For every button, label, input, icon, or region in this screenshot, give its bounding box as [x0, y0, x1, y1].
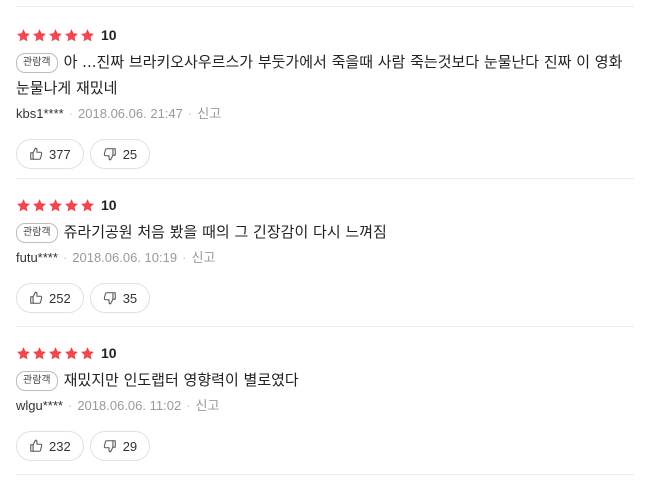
dislike-count: 25 [122, 146, 138, 162]
separator-dot: · [62, 250, 68, 265]
star-icon [64, 346, 79, 361]
review-user[interactable]: wlgu**** [16, 398, 63, 413]
review-score: 10 [101, 197, 117, 213]
vote-actions: 232 29 [16, 431, 636, 461]
vote-actions: 252 35 [16, 283, 636, 313]
review-user[interactable]: futu**** [16, 250, 58, 265]
star-icon [48, 198, 63, 213]
review-body: 관람객 재밌지만 인도랩터 영향력이 별로였다 [16, 367, 636, 393]
like-count: 232 [49, 438, 71, 454]
separator-dot: · [68, 106, 74, 121]
dislike-button[interactable]: 35 [89, 283, 151, 313]
viewer-badge: 관람객 [16, 53, 58, 73]
review-user[interactable]: kbs1**** [16, 106, 64, 121]
review-text: 재밌지만 인도랩터 영향력이 별로였다 [63, 371, 299, 389]
dislike-count: 29 [122, 438, 138, 454]
thumbs-up-icon [30, 291, 43, 304]
top-divider [16, 6, 634, 7]
rating-row: 10 [16, 194, 636, 216]
like-button[interactable]: 377 [16, 139, 84, 169]
viewer-badge: 관람객 [16, 371, 58, 391]
thumbs-down-icon [103, 292, 116, 305]
review-item: 10 관람객 아 ...진짜 브라키오사우르스가 부둣가에서 죽을때 사람 죽는것… [16, 24, 636, 169]
star-icon [64, 28, 79, 43]
star-icon [48, 346, 63, 361]
report-link[interactable]: 신고 [197, 106, 221, 121]
review-divider [16, 326, 634, 327]
like-count: 377 [49, 146, 71, 162]
star-rating [16, 198, 95, 213]
review-text: 아 ...진짜 브라키오사우르스가 부둣가에서 죽을때 사람 죽는것보다 눈물난… [16, 53, 623, 97]
review-meta: wlgu**** · 2018.06.06. 11:02 · 신고 [16, 397, 636, 415]
star-icon [48, 28, 63, 43]
review-date: 2018.06.06. 10:19 [72, 250, 178, 265]
star-icon [80, 346, 95, 361]
rating-row: 10 [16, 24, 636, 46]
star-icon [16, 28, 31, 43]
separator-dot: · [186, 398, 191, 413]
review-body: 관람객 아 ...진짜 브라키오사우르스가 부둣가에서 죽을때 사람 죽는것보다 … [16, 49, 636, 101]
review-score: 10 [101, 27, 117, 43]
thumbs-up-icon [30, 147, 43, 160]
like-count: 252 [49, 290, 71, 306]
viewer-badge: 관람객 [16, 223, 58, 243]
vote-actions: 377 25 [16, 139, 636, 169]
star-icon [64, 198, 79, 213]
review-item: 10 관람객 쥬라기공원 처음 봤을 때의 그 긴장감이 다시 느껴짐 futu*… [16, 194, 636, 313]
separator-dot: · [187, 106, 193, 121]
dislike-button[interactable]: 25 [89, 139, 151, 169]
star-rating [16, 28, 95, 43]
bottom-divider [16, 474, 634, 475]
star-icon [32, 346, 47, 361]
thumbs-up-icon [30, 439, 43, 452]
separator-dot: · [67, 398, 73, 413]
dislike-count: 35 [122, 290, 138, 306]
review-meta: futu**** · 2018.06.06. 10:19 · 신고 [16, 249, 636, 267]
review-meta: kbs1**** · 2018.06.06. 21:47 · 신고 [16, 105, 636, 123]
review-item: 10 관람객 재밌지만 인도랩터 영향력이 별로였다 wlgu**** · 2018.… [16, 342, 636, 461]
like-button[interactable]: 232 [16, 431, 84, 461]
dislike-button[interactable]: 29 [89, 431, 151, 461]
star-icon [16, 346, 31, 361]
like-button[interactable]: 252 [16, 283, 84, 313]
review-date: 2018.06.06. 11:02 [77, 398, 182, 413]
star-icon [32, 28, 47, 43]
rating-row: 10 [16, 342, 636, 364]
review-date: 2018.06.06. 21:47 [78, 106, 183, 121]
report-link[interactable]: 신고 [196, 398, 220, 413]
star-icon [32, 198, 47, 213]
review-text: 쥬라기공원 처음 봤을 때의 그 긴장감이 다시 느껴짐 [63, 223, 387, 241]
star-icon [80, 28, 95, 43]
review-body: 관람객 쥬라기공원 처음 봤을 때의 그 긴장감이 다시 느껴짐 [16, 219, 636, 245]
star-icon [80, 198, 95, 213]
review-score: 10 [101, 345, 117, 361]
report-link[interactable]: 신고 [191, 250, 215, 265]
star-icon [16, 198, 31, 213]
thumbs-down-icon [103, 148, 116, 161]
separator-dot: · [182, 250, 187, 265]
review-divider [16, 178, 634, 179]
thumbs-down-icon [103, 440, 116, 453]
star-rating [16, 346, 95, 361]
